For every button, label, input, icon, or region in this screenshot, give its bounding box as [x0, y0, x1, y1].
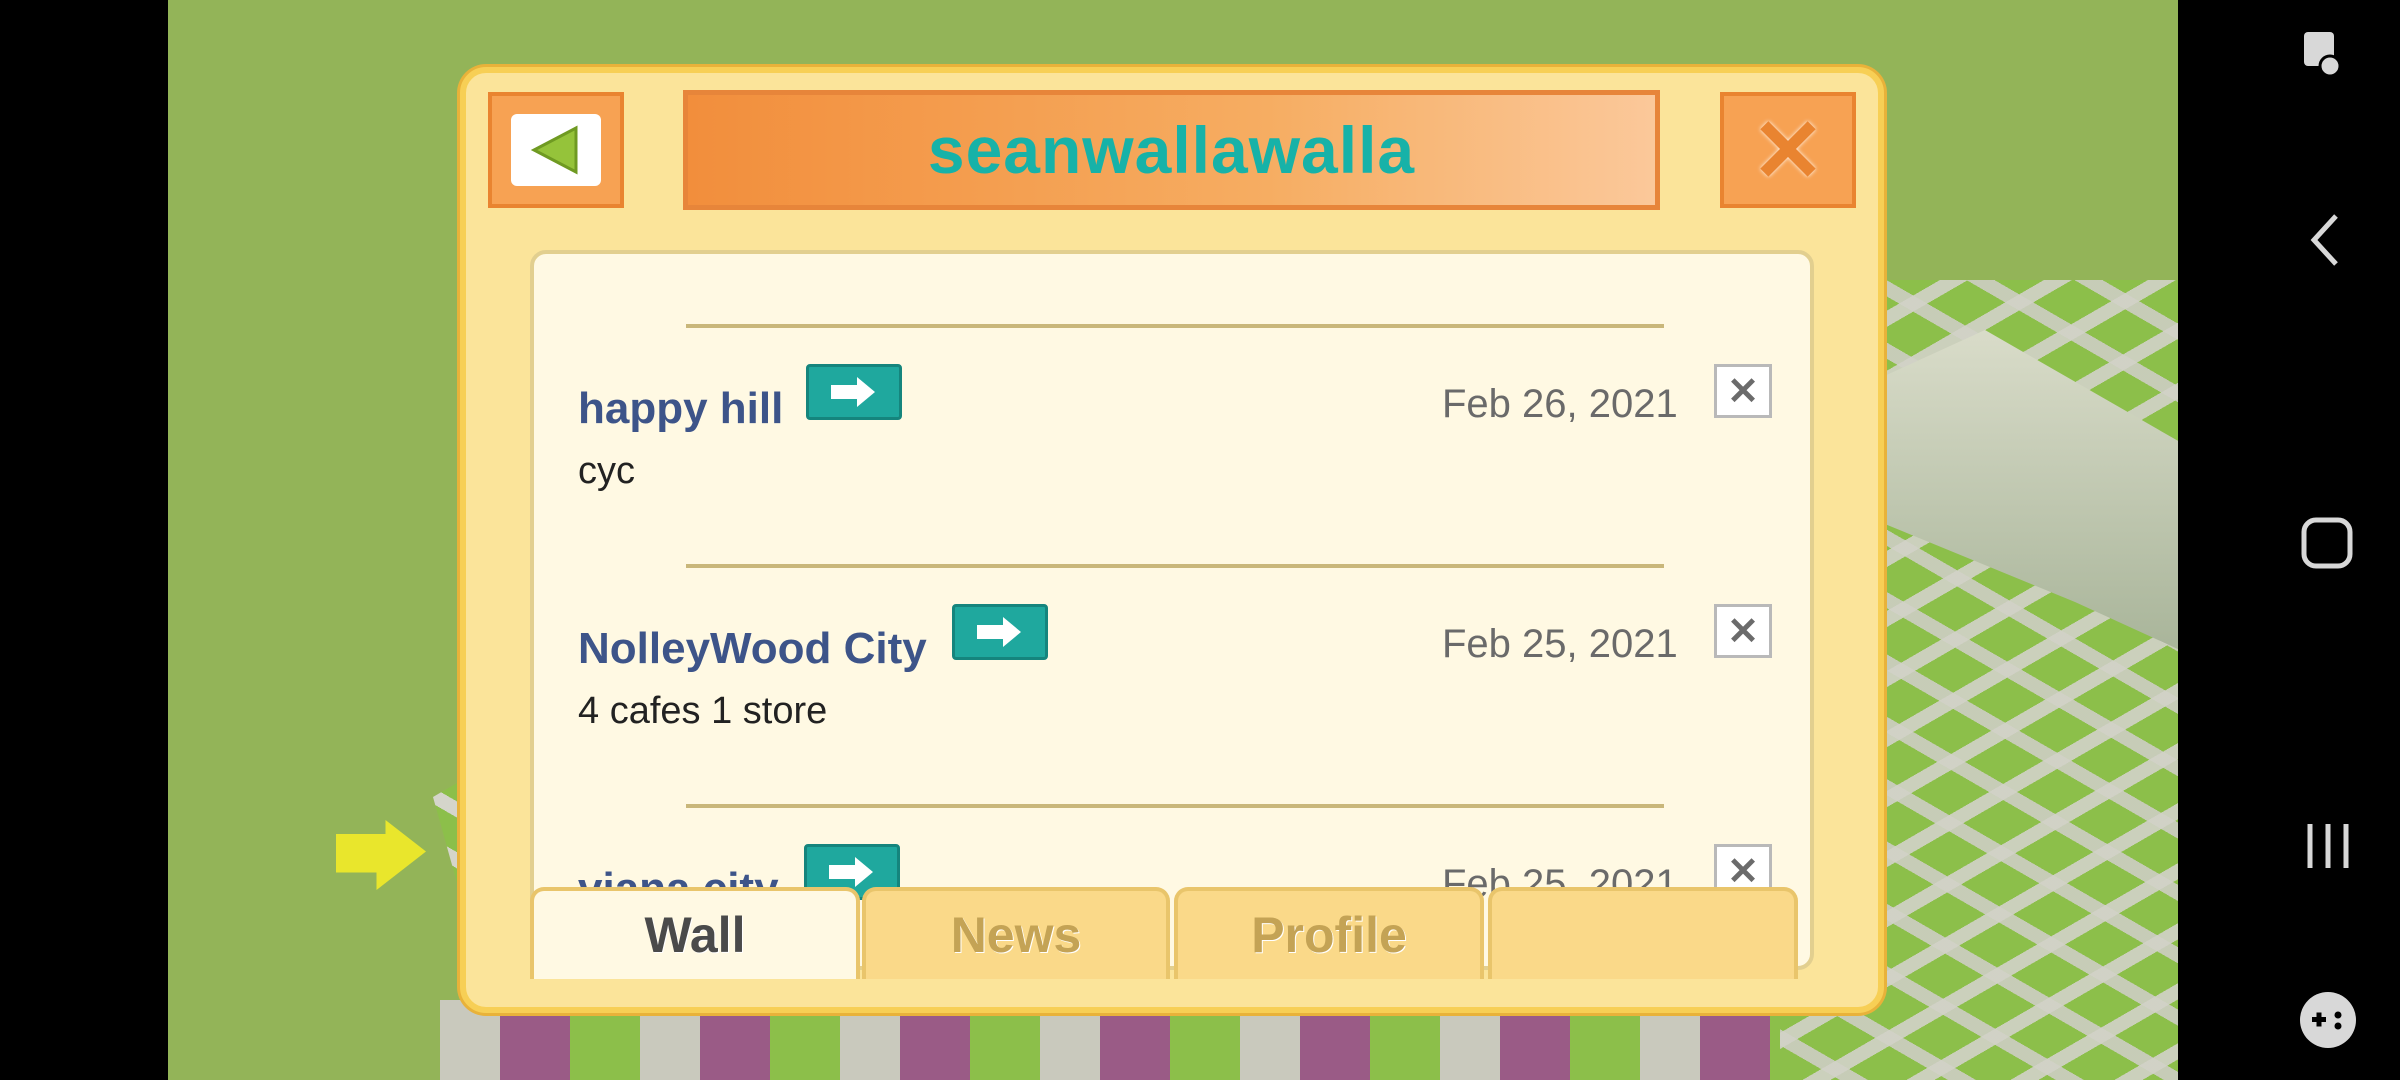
- tab-news[interactable]: News: [862, 887, 1170, 979]
- android-navigation-bar: [2178, 0, 2400, 1080]
- list-item: happy hill Feb 26, 2021 ✕ cyc: [534, 324, 1810, 524]
- divider: [686, 564, 1664, 568]
- close-button[interactable]: ✕: [1720, 92, 1856, 208]
- tab-wall[interactable]: Wall: [530, 887, 860, 979]
- post-message: 4 cafes 1 store: [578, 690, 828, 732]
- x-icon: ✕: [1727, 610, 1759, 653]
- gamepad-icon[interactable]: [2298, 990, 2358, 1050]
- post-author[interactable]: happy hill: [578, 384, 783, 434]
- yellow-arrow-marker: [336, 820, 426, 890]
- arrow-right-icon: [977, 617, 1021, 647]
- post-message: cyc: [578, 450, 635, 492]
- visit-city-button[interactable]: [952, 604, 1048, 660]
- wall-post-list[interactable]: happy hill Feb 26, 2021 ✕ cyc NolleyWood…: [530, 250, 1814, 970]
- list-item: NolleyWood City Feb 25, 2021 ✕ 4 cafes 1…: [534, 564, 1810, 764]
- arrow-right-icon: [829, 857, 873, 887]
- tab-empty: [1488, 887, 1798, 979]
- tab-bar: Wall News Profile: [530, 887, 1814, 979]
- visit-city-button[interactable]: [806, 364, 902, 420]
- back-button[interactable]: [488, 92, 624, 208]
- triangle-left-icon: [530, 125, 578, 175]
- dialog-title: seanwallawalla: [927, 113, 1416, 187]
- home-square-icon[interactable]: [2300, 516, 2354, 570]
- post-date: Feb 26, 2021: [1442, 382, 1678, 426]
- delete-post-button[interactable]: ✕: [1714, 364, 1772, 418]
- x-icon: ✕: [1751, 100, 1825, 200]
- back-chevron-icon[interactable]: [2308, 212, 2342, 268]
- delete-post-button[interactable]: ✕: [1714, 604, 1772, 658]
- title-bar: seanwallawalla: [683, 90, 1660, 210]
- post-date: Feb 25, 2021: [1442, 622, 1678, 666]
- screen-touch-icon[interactable]: [2300, 28, 2348, 84]
- tab-profile[interactable]: Profile: [1174, 887, 1484, 979]
- recents-icon[interactable]: [2302, 820, 2354, 872]
- divider: [686, 324, 1664, 328]
- arrow-right-icon: [831, 377, 875, 407]
- post-author[interactable]: NolleyWood City: [578, 624, 927, 674]
- divider: [686, 804, 1664, 808]
- x-icon: ✕: [1727, 370, 1759, 413]
